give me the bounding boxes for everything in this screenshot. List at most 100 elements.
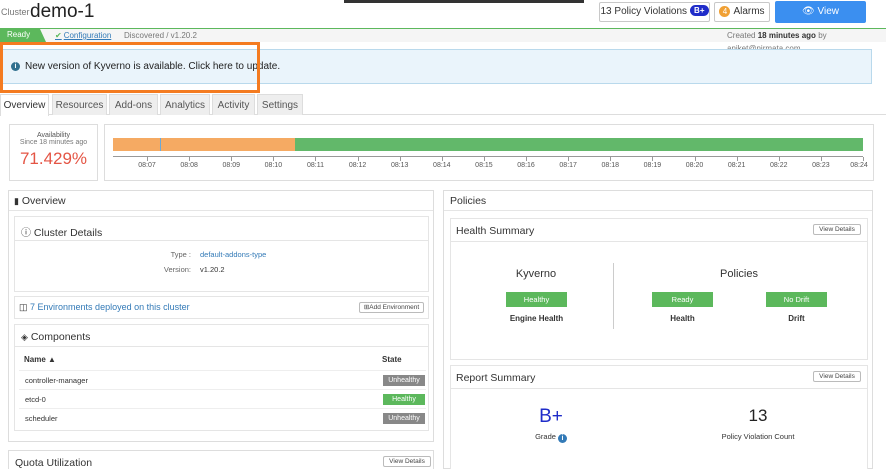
policies-panel: Policies Health Summary View Details Kyv… <box>443 190 873 469</box>
overview-panel: ▮ Overview ⓘ Cluster Details Type : defa… <box>8 190 434 442</box>
grade-value: B+ <box>539 406 563 427</box>
violation-count-label: Policy Violation Count <box>721 432 795 441</box>
add-environment-button[interactable]: ⊞Add Environment <box>359 302 424 313</box>
quota-view-details-button[interactable]: View Details <box>383 456 431 467</box>
divider <box>444 210 872 211</box>
timeline-tick <box>863 157 864 161</box>
alarms-button[interactable]: 4 Alarms <box>714 2 770 22</box>
timeline-tick <box>441 157 443 161</box>
discovered-version: Discovered / v1.20.2 <box>124 31 197 40</box>
eye-icon: 👁︎ <box>802 6 815 17</box>
divider <box>451 388 867 389</box>
tab-overview[interactable]: Overview <box>0 94 49 116</box>
version-label: Version: <box>163 265 191 274</box>
tab-activity[interactable]: Activity <box>212 94 255 115</box>
health-label: Health <box>670 314 695 323</box>
state-column-header: State <box>382 355 402 364</box>
cluster-details-box: ⓘ Cluster Details Type : default-addons-… <box>14 216 429 292</box>
top-strip <box>344 0 584 3</box>
timeline-tick-label: 08:23 <box>812 162 830 169</box>
vertical-divider <box>613 263 614 329</box>
overview-title: ▮ Overview <box>14 195 66 207</box>
timeline-tick <box>736 157 738 161</box>
availability-timeline: 08:07 08:08 08:09 08:10 08:11 08:12 08:13 08:14… <box>104 124 874 181</box>
availability-bar <box>113 138 863 151</box>
cubes-icon: ◈ <box>21 332 28 342</box>
environments-link[interactable]: ◫ 7 Environments deployed on this cluste… <box>19 302 190 313</box>
table-row[interactable]: etcd-0 Healthy <box>19 389 426 408</box>
page-header: Cluster demo-1 13 Policy Violations B+ 4A… <box>0 0 886 37</box>
report-view-details-button[interactable]: View Details <box>813 371 861 382</box>
document-icon: ▮ <box>14 196 19 206</box>
info-circle-icon: ⓘ <box>21 228 31 239</box>
timeline-tick <box>652 157 654 161</box>
engine-status-badge: Healthy <box>506 292 567 307</box>
tab-bar: Overview Resources Add-ons Analytics Act… <box>0 94 886 116</box>
divider <box>9 210 433 211</box>
view-kubeconfig-button[interactable]: 👁︎ View Kubeconfig <box>775 1 866 37</box>
health-view-details-button[interactable]: View Details <box>813 224 861 235</box>
policies-title: Policies <box>450 195 487 207</box>
policies-subtitle: Policies <box>720 268 758 280</box>
timeline-tick-label: 08:21 <box>727 162 746 169</box>
quota-panel: Quota Utilization View Details <box>8 450 434 469</box>
type-label: Type : <box>170 250 191 259</box>
availability-percent: 71.429% <box>19 149 88 168</box>
type-value[interactable]: default-addons-type <box>200 250 266 259</box>
environments-icon: ◫ <box>19 302 28 312</box>
timeline-tick <box>526 157 528 161</box>
highlight-box <box>0 42 260 93</box>
policy-violations-button[interactable]: 13 Policy Violations B+ <box>599 2 710 22</box>
timeline-tick-label: 08:11 <box>306 162 324 169</box>
status-bar: Ready ✔ Configuration Discovered / v1.20.… <box>0 28 886 53</box>
timeline-tick <box>189 157 191 161</box>
name-column-header[interactable]: Name ▲ <box>24 355 56 364</box>
table-row[interactable]: scheduler Unhealthy <box>19 408 426 427</box>
grade-badge: B+ <box>690 5 709 16</box>
health-summary-box: Health Summary View Details Kyverno Heal… <box>450 218 868 360</box>
ready-badge: Ready <box>0 28 46 42</box>
timeline-axis <box>113 156 863 157</box>
timeline-tick-label: 08:17 <box>559 162 577 169</box>
tab-settings[interactable]: Settings <box>257 94 303 115</box>
timeline-tick-label: 08:20 <box>685 162 704 169</box>
timeline-tick <box>231 157 233 161</box>
timeline-tick-label: 08:13 <box>390 162 409 169</box>
timeline-tick <box>273 157 275 161</box>
timeline-tick <box>694 157 696 161</box>
timeline-tick-label: 08:22 <box>769 162 788 169</box>
table-row[interactable]: controller-manager Unhealthy <box>19 370 426 389</box>
timeline-tick-label: 08:10 <box>264 162 283 169</box>
component-name: controller-manager <box>25 376 88 385</box>
status-badge: Unhealthy <box>383 375 425 386</box>
report-summary-box: Report Summary View Details B+ Grade i 13… <box>450 365 868 469</box>
timeline-tick <box>483 157 485 161</box>
info-icon[interactable]: i <box>557 434 567 443</box>
tab-analytics[interactable]: Analytics <box>160 94 210 115</box>
configuration-label: Configuration <box>63 31 112 40</box>
timeline-tick <box>778 157 780 161</box>
tab-add-ons[interactable]: Add-ons <box>109 94 158 115</box>
timeline-tick-label: 08:24 <box>850 162 868 169</box>
health-status-badge: Ready <box>652 292 713 307</box>
configuration-link[interactable]: ✔ Configuration <box>55 29 111 42</box>
grade-label: Grade i <box>511 432 591 443</box>
timeline-marker <box>159 138 161 151</box>
tab-resources[interactable]: Resources <box>52 94 107 115</box>
timeline-tick-label: 08:18 <box>601 162 620 169</box>
components-title: ◈ Components <box>21 331 91 343</box>
version-value: v1.20.2 <box>200 265 225 274</box>
divider <box>15 346 428 347</box>
policy-violations-label: 13 Policy Violations <box>600 6 688 17</box>
component-name: scheduler <box>25 414 58 423</box>
health-summary-title: Health Summary <box>456 225 535 237</box>
timeline-tick-label: 08:08 <box>180 162 198 169</box>
timeline-tick <box>357 157 359 161</box>
availability-title: Availability <box>37 132 70 139</box>
downtime-segment <box>113 138 296 151</box>
drift-label: Drift <box>788 314 805 323</box>
timeline-tick-label: 08:09 <box>222 162 240 169</box>
report-summary-title: Report Summary <box>456 372 536 384</box>
engine-health-label: Engine Health <box>509 314 564 323</box>
availability-card: Availability Since 18 minutes ago 71.429… <box>9 124 98 181</box>
